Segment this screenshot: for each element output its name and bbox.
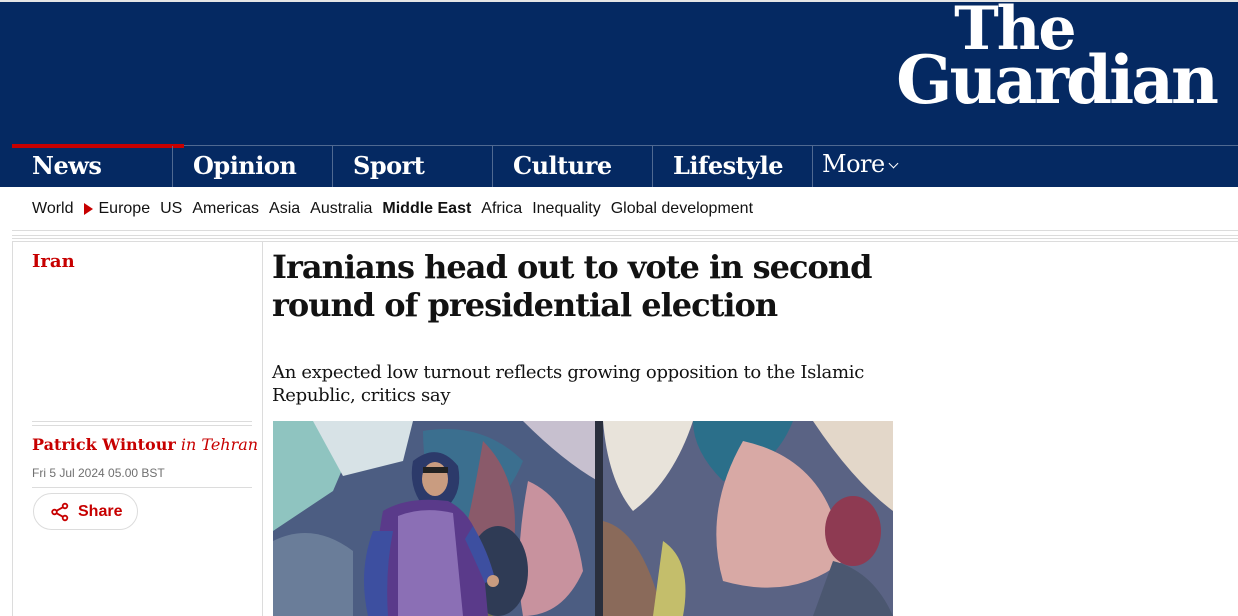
divider	[32, 487, 252, 488]
logo-line-guardian: Guardian	[896, 41, 1219, 119]
column-rule	[262, 242, 263, 616]
subnav-item-europe[interactable]: Europe	[99, 200, 151, 218]
divider	[12, 241, 1238, 242]
more-label: More	[822, 150, 885, 178]
share-button[interactable]: Share	[33, 493, 138, 530]
pillar-sport[interactable]: Sport	[332, 146, 492, 187]
article-standfirst: An expected low turnout reflects growing…	[272, 362, 864, 406]
pillar-lifestyle[interactable]: Lifestyle	[652, 146, 812, 187]
subnav-item-us[interactable]: US	[160, 200, 182, 218]
subnav-item-inequality[interactable]: Inequality	[532, 200, 601, 218]
share-label: Share	[78, 502, 123, 520]
byline: Patrick Wintour in Tehran	[32, 435, 258, 454]
divider	[32, 425, 252, 426]
subnav-item-australia[interactable]: Australia	[310, 200, 372, 218]
play-arrow-icon	[83, 202, 93, 215]
pillar-culture[interactable]: Culture	[492, 146, 652, 187]
publish-date: Fri 5 Jul 2024 05.00 BST	[32, 466, 165, 480]
divider	[12, 235, 1238, 236]
article-main-photo	[273, 421, 893, 616]
author-link[interactable]: Patrick Wintour	[32, 435, 176, 454]
section-tag[interactable]: Iran	[32, 251, 75, 272]
subnav-item-africa[interactable]: Africa	[481, 200, 522, 218]
share-icon	[51, 502, 69, 521]
divider	[32, 421, 252, 422]
chevron-down-icon	[888, 158, 899, 169]
mural-photo-illustration	[273, 421, 893, 616]
pillar-opinion[interactable]: Opinion	[172, 146, 332, 187]
article-headline: Iranians head out to vote in second roun…	[272, 248, 872, 324]
byline-location: in Tehran	[180, 435, 259, 454]
pillar-news[interactable]: News	[12, 144, 184, 187]
pillar-nav: News Opinion Sport Culture Lifestyle Mor…	[12, 144, 1238, 187]
column-rule	[12, 242, 13, 616]
sub-nav: World Europe US Americas Asia Australia …	[12, 187, 1238, 231]
subnav-item-world[interactable]: World	[32, 200, 74, 218]
divider	[12, 238, 1238, 239]
subnav-item-asia[interactable]: Asia	[269, 200, 300, 218]
subnav-item-middle-east[interactable]: Middle East	[382, 200, 471, 218]
pillar-more-button[interactable]: More	[812, 146, 899, 187]
subnav-item-global-development[interactable]: Global development	[611, 200, 753, 218]
masthead: The Guardian News Opinion Sport Culture …	[0, 0, 1238, 187]
subnav-item-americas[interactable]: Americas	[192, 200, 259, 218]
guardian-logo[interactable]: The Guardian	[896, 0, 1219, 119]
